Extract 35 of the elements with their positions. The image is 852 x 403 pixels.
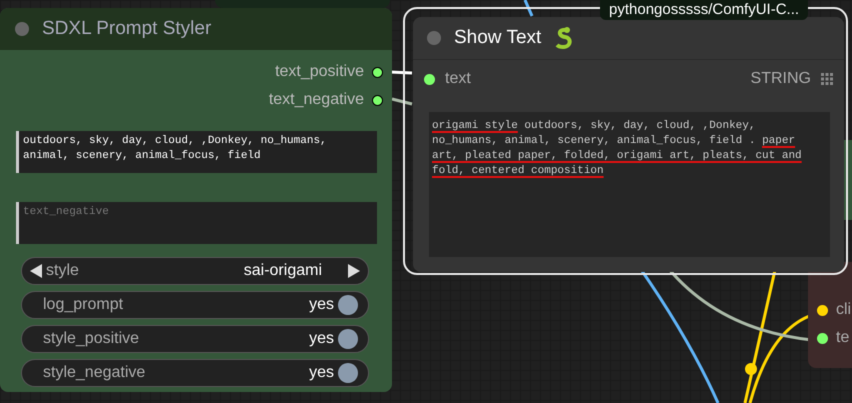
input-type: STRING <box>750 69 811 89</box>
toggle-widget[interactable]: style_negative yes <box>21 359 369 387</box>
widget-label: log_prompt <box>43 295 124 315</box>
input-label: text <box>445 69 471 89</box>
node-title: Show Text <box>454 26 542 50</box>
widget-label: style_positive <box>43 329 140 349</box>
output-label: text_positive <box>275 62 364 82</box>
tooltip: pythongosssss/ComfyUI-C... <box>600 0 808 20</box>
widget-value: yes <box>309 295 334 315</box>
widget-label: style_negative <box>43 363 146 383</box>
output-label: text_negative <box>268 90 364 110</box>
input-label: te <box>836 328 850 348</box>
snake-icon <box>554 26 574 50</box>
node-title: SDXL Prompt Styler <box>42 16 212 41</box>
wire-junction <box>745 363 757 375</box>
output-text: origami style outdoors, sky, day, cloud, ,Donkey, no_humans, animal, scenery, animal_focus, field . paper art, pleated paper, folded, origami art, pleats, cut and fold, centered composition <box>429 112 830 257</box>
input-field[interactable]: text_negative <box>16 202 377 244</box>
left-arrow-icon[interactable] <box>30 264 42 278</box>
widget-value: yes <box>309 363 334 383</box>
wire <box>524 0 534 17</box>
input-field[interactable]: outdoors, sky, day, cloud, ,Donkey, no_humans, animal, scenery, animal_focus, field <box>16 131 377 173</box>
toggle-widget[interactable]: style_positive yes <box>21 325 369 353</box>
toggle-knob[interactable] <box>338 329 358 349</box>
widget-label: style <box>46 261 79 281</box>
toggle-knob[interactable] <box>338 295 358 315</box>
toggle-widget[interactable]: log_prompt yes <box>21 291 369 319</box>
toggle-knob[interactable] <box>338 363 358 383</box>
input-label: cli <box>836 300 852 320</box>
widget-value: yes <box>309 329 334 349</box>
widget-value: sai-origami <box>244 261 322 281</box>
combo-widget[interactable]: style sai-origami <box>21 257 369 285</box>
wire <box>390 70 412 74</box>
wire <box>392 98 412 106</box>
right-arrow-icon[interactable] <box>348 264 360 278</box>
grid-icon <box>821 73 833 85</box>
